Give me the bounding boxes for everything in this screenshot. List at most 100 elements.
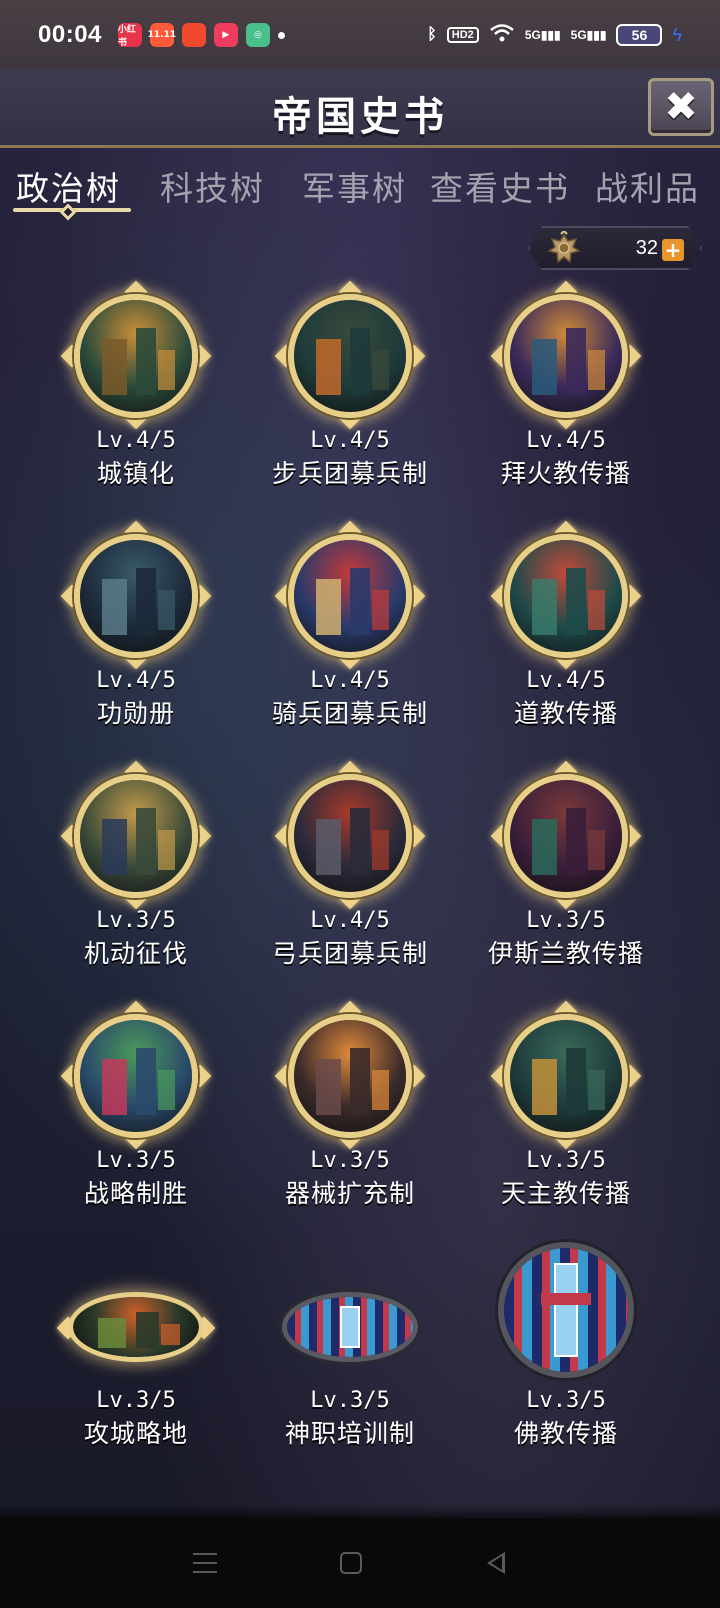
close-icon: ✖ <box>664 84 698 130</box>
policy-medallion <box>282 1292 418 1362</box>
cavalry-painting <box>294 540 406 652</box>
policy-item[interactable]: Lv.4/5 城镇化 <box>36 280 236 510</box>
policy-item[interactable]: Lv.3/5 器械扩充制 <box>250 1000 450 1230</box>
cathedral-painting <box>510 1020 622 1132</box>
signal-5g-icon-1: 5G▮▮▮ <box>524 28 561 42</box>
policy-medallion <box>288 534 412 658</box>
policy-level: Lv.4/5 <box>526 428 606 453</box>
policy-item[interactable]: Lv.4/5 步兵团募兵制 <box>250 280 450 510</box>
tab-technology[interactable]: 科技树 <box>160 162 265 210</box>
policy-level: Lv.3/5 <box>96 1388 176 1413</box>
policy-item[interactable]: Lv.3/5 伊斯兰教传播 <box>466 760 666 990</box>
policy-item[interactable]: Lv.3/5 神职培训制 <box>250 1240 450 1470</box>
policy-medallion <box>74 534 198 658</box>
policy-name: 城镇化 <box>96 459 175 488</box>
policy-item[interactable]: Lv.4/5 功勋册 <box>36 520 236 750</box>
policy-name: 器械扩充制 <box>284 1179 415 1208</box>
policy-name: 弓兵团募兵制 <box>271 939 428 968</box>
menu-icon <box>193 1553 218 1573</box>
video-app-icon: ▶ <box>213 23 238 47</box>
policy-item[interactable]: Lv.3/5 战略制胜 <box>36 1000 236 1230</box>
currency-value: 32 <box>635 237 658 259</box>
policy-name: 功勋册 <box>96 699 175 728</box>
policy-name: 拜火教传播 <box>500 459 631 488</box>
xiaohongshu-app-icon: 小红书 <box>117 23 142 48</box>
signal-5g-icon-2: 5G▮▮▮ <box>570 28 607 42</box>
policy-item[interactable]: Lv.4/5 弓兵团募兵制 <box>250 760 450 990</box>
bottom-shade <box>0 1504 720 1518</box>
add-currency-button[interactable]: + <box>662 239 684 261</box>
back-button[interactable] <box>486 1552 527 1574</box>
policy-name: 机动征伐 <box>83 939 188 968</box>
policy-level: Lv.4/5 <box>310 908 390 933</box>
policy-item[interactable]: Lv.4/5 骑兵团募兵制 <box>250 520 450 750</box>
hd-voice-icon: HD2 <box>446 27 479 43</box>
policy-level: Lv.4/5 <box>96 668 176 693</box>
policy-medallion <box>504 294 628 418</box>
tab-bar: 政治树 科技树 军事树 查看史书 战利品 <box>0 156 720 221</box>
tab-history[interactable]: 查看史书 <box>430 162 570 210</box>
system-nav-bar <box>0 1518 720 1608</box>
policy-item[interactable]: Lv.3/5 机动征伐 <box>36 760 236 990</box>
bluetooth-icon: ᛒ <box>427 26 437 43</box>
wifi-icon <box>489 23 515 48</box>
policy-medallion <box>504 774 628 898</box>
tab-military[interactable]: 军事树 <box>302 162 407 210</box>
eagle-emblem-icon <box>547 231 581 264</box>
siege-engine-painting <box>294 1020 406 1132</box>
tab-trophies[interactable]: 战利品 <box>595 162 700 210</box>
policy-level: Lv.3/5 <box>96 908 176 933</box>
status-time: 00:04 <box>38 21 102 48</box>
status-indicators: ᛒ HD2 5G▮▮▮ 5G▮▮▮ 56 ϟ <box>427 23 682 48</box>
policy-name: 天主教传播 <box>500 1179 631 1208</box>
page-header: 帝国史书 ✖ <box>0 70 720 148</box>
policy-name: 战略制胜 <box>83 1179 188 1208</box>
stained-glass-sword-icon <box>287 1297 413 1357</box>
policy-name: 道教传播 <box>513 699 618 728</box>
battle-painting <box>80 780 192 892</box>
policy-item[interactable]: Lv.4/5 道教传播 <box>466 520 666 750</box>
policy-level: Lv.4/5 <box>310 428 390 453</box>
status-bar: 00:04 小红书 11.11 ▶ ◎ ᛒ HD2 5G▮▮▮ 5G▮▮▮ 56 ϟ <box>0 0 720 70</box>
policy-medallion <box>74 1014 198 1138</box>
archer-painting <box>294 780 406 892</box>
statue-painting <box>80 540 192 652</box>
taobao-app-icon: 11.11 <box>148 23 176 47</box>
mosque-painting <box>510 780 622 892</box>
fire-temple-painting <box>510 300 622 412</box>
home-button[interactable] <box>339 1552 380 1574</box>
policy-level: Lv.4/5 <box>526 668 606 693</box>
policy-level: Lv.3/5 <box>96 1148 176 1173</box>
policy-name: 步兵团募兵制 <box>271 459 428 488</box>
policy-level: Lv.4/5 <box>310 668 390 693</box>
policy-name: 神职培训制 <box>284 1419 415 1448</box>
recent-apps-button[interactable] <box>193 1553 233 1573</box>
policy-level: Lv.3/5 <box>310 1388 390 1413</box>
close-button[interactable]: ✖ <box>648 78 714 136</box>
policy-level: Lv.3/5 <box>526 1388 606 1413</box>
policy-level: Lv.3/5 <box>526 1148 606 1173</box>
infantry-painting <box>294 300 406 412</box>
tab-politics[interactable]: 政治树 <box>16 162 121 210</box>
policy-item[interactable]: Lv.3/5 攻城略地 <box>36 1240 236 1470</box>
policy-level: Lv.3/5 <box>310 1148 390 1173</box>
stained-glass-sword-icon <box>504 1248 628 1372</box>
policy-medallion <box>504 534 628 658</box>
knight-painting <box>80 1020 192 1132</box>
policy-medallion <box>74 294 198 418</box>
taoist-temple-painting <box>510 540 622 652</box>
policy-item[interactable]: Lv.4/5 拜火教传播 <box>466 280 666 510</box>
policy-medallion <box>74 774 198 898</box>
policy-medallion <box>498 1242 634 1378</box>
policy-item[interactable]: Lv.3/5 佛教传播 <box>466 1240 666 1470</box>
policy-name: 攻城略地 <box>83 1419 188 1448</box>
siege-battle-painting <box>73 1297 199 1357</box>
policy-medallion <box>68 1292 204 1362</box>
battery-indicator: 56 <box>616 24 663 46</box>
policy-medallion <box>288 1014 412 1138</box>
policy-item[interactable]: Lv.3/5 天主教传播 <box>466 1000 666 1230</box>
currency-panel: 32 + <box>528 226 702 270</box>
page-title: 帝国史书 <box>272 94 448 140</box>
policy-level: Lv.4/5 <box>96 428 176 453</box>
status-app-icons: 小红书 11.11 ▶ ◎ <box>117 23 270 48</box>
